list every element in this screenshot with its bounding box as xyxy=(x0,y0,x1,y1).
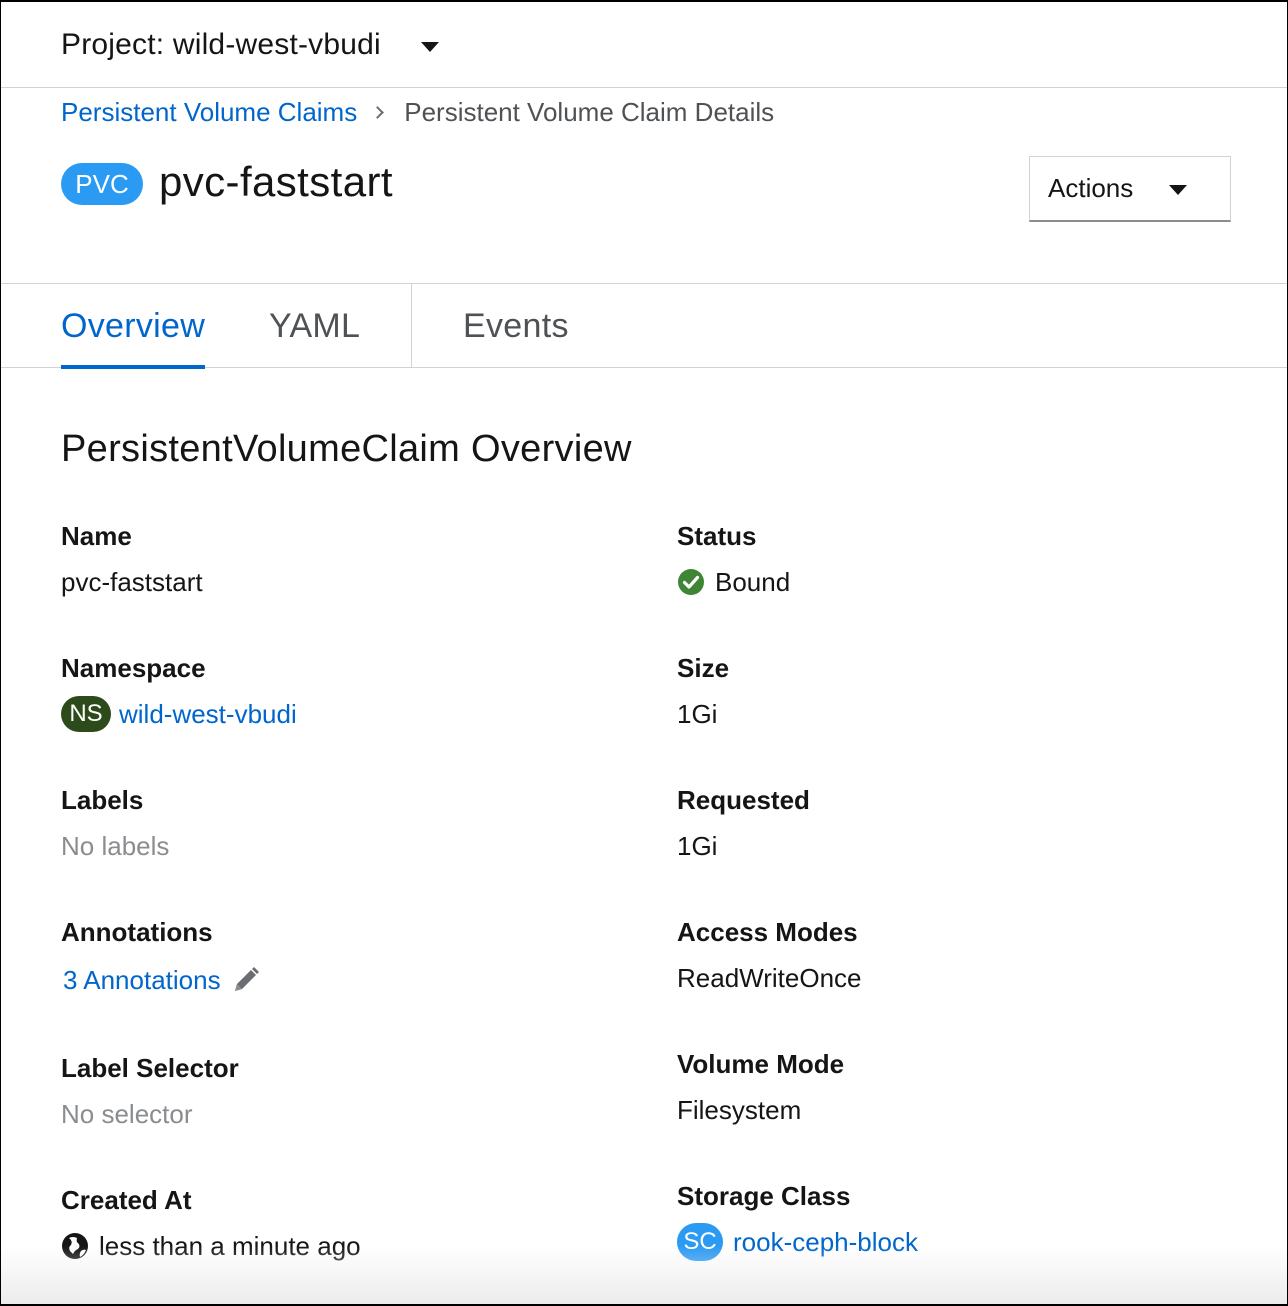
field-label: Access Modes xyxy=(677,917,858,947)
field-label: Storage Class xyxy=(677,1181,851,1211)
breadcrumb-current: Persistent Volume Claim Details xyxy=(404,96,775,127)
tab-yaml[interactable]: YAML xyxy=(269,284,360,368)
actions-dropdown-button[interactable]: Actions xyxy=(1029,156,1231,222)
actions-label: Actions xyxy=(1048,173,1134,203)
caret-down-icon xyxy=(420,41,439,52)
field-labels: Labels No labels xyxy=(61,784,169,862)
field-label: Size xyxy=(677,653,730,683)
field-value: less than a minute ago xyxy=(61,1230,361,1262)
field-value: Bound xyxy=(677,566,790,598)
field-volume-mode: Volume Mode Filesystem xyxy=(677,1048,844,1126)
field-value: 1Gi xyxy=(677,831,718,861)
field-label: Volume Mode xyxy=(677,1049,845,1079)
field-name: Name pvc-faststart xyxy=(61,520,203,598)
field-value: Filesystem xyxy=(677,1095,802,1125)
field-value: No labels xyxy=(61,831,170,861)
field-value: NS wild-west-vbudi xyxy=(61,696,297,732)
breadcrumb-link-pvcs[interactable]: Persistent Volume Claims xyxy=(61,97,357,128)
section-title: PersistentVolumeClaim Overview xyxy=(61,428,632,470)
storage-class-badge: SC xyxy=(677,1223,723,1261)
project-selector[interactable]: Project: wild-west-vbudi xyxy=(61,28,439,62)
field-access-modes: Access Modes ReadWriteOnce xyxy=(677,916,862,994)
field-value: 1Gi xyxy=(677,699,718,729)
globe-icon xyxy=(61,1232,89,1260)
title-row: PVC pvc-faststart xyxy=(61,158,393,206)
field-requested: Requested 1Gi xyxy=(677,784,810,862)
tab-events[interactable]: Events xyxy=(463,284,569,368)
field-size: Size 1Gi xyxy=(677,652,729,730)
namespace-link[interactable]: wild-west-vbudi xyxy=(119,698,297,730)
pencil-icon[interactable] xyxy=(231,965,261,995)
field-label: Name xyxy=(61,521,132,551)
field-value: SC rook-ceph-block xyxy=(677,1223,918,1261)
field-value: No selector xyxy=(61,1099,193,1129)
field-label-selector: Label Selector No selector xyxy=(61,1052,239,1130)
field-namespace: Namespace NS wild-west-vbudi xyxy=(61,652,297,732)
storage-class-link[interactable]: rook-ceph-block xyxy=(733,1226,918,1258)
check-circle-icon xyxy=(677,568,705,596)
field-label: Label Selector xyxy=(61,1053,239,1083)
field-status: Status Bound xyxy=(677,520,790,598)
field-label: Status xyxy=(677,521,757,551)
tab-divider xyxy=(411,284,412,368)
page-header: Persistent Volume Claims Persistent Volu… xyxy=(1,88,1287,284)
field-label: Requested xyxy=(677,785,810,815)
created-at-text: less than a minute ago xyxy=(99,1231,361,1261)
app-frame: Project: wild-west-vbudi Persistent Volu… xyxy=(0,0,1288,1306)
namespace-badge: NS xyxy=(61,696,111,732)
field-value: pvc-faststart xyxy=(61,567,203,597)
chevron-right-icon xyxy=(371,105,385,119)
field-label: Labels xyxy=(61,785,144,815)
tab-overview[interactable]: Overview xyxy=(61,284,206,369)
status-text: Bound xyxy=(715,567,791,597)
field-value: 3 Annotations xyxy=(61,964,261,996)
project-label: Project: wild-west-vbudi xyxy=(61,27,381,61)
field-label: Annotations xyxy=(61,917,213,947)
field-storage-class: Storage Class SC rook-ceph-block xyxy=(677,1180,918,1261)
field-label: Created At xyxy=(61,1185,192,1215)
breadcrumb: Persistent Volume Claims Persistent Volu… xyxy=(61,96,774,128)
annotations-link[interactable]: 3 Annotations xyxy=(63,964,221,996)
project-bar: Project: wild-west-vbudi xyxy=(1,2,1287,88)
tab-bar: Overview YAML Events xyxy=(1,284,1287,369)
resource-badge: PVC xyxy=(61,163,143,205)
field-annotations: Annotations 3 Annotations xyxy=(61,916,261,996)
caret-down-icon xyxy=(1169,184,1188,195)
field-created-at: Created At less than a minute ago xyxy=(61,1184,361,1262)
field-value: ReadWriteOnce xyxy=(677,963,862,993)
page-title: pvc-faststart xyxy=(159,158,393,205)
field-label: Namespace xyxy=(61,653,206,683)
